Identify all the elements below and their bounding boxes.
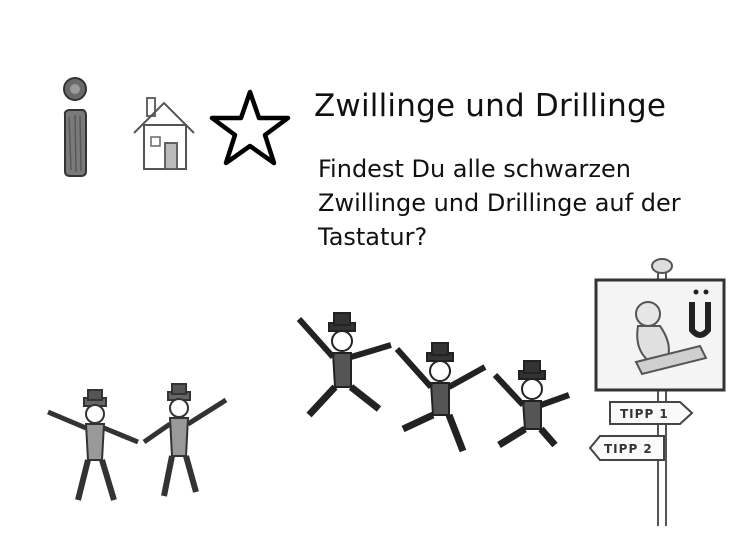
star-icon[interactable] (208, 88, 292, 168)
twin-figure (47, 383, 228, 501)
tip-1-button[interactable]: TIPP 1 (608, 400, 694, 426)
page-title: Zwillinge und Drillinge (314, 88, 667, 124)
home-icon[interactable] (130, 95, 198, 173)
description-line: Zwillinge und Drillinge auf der (318, 189, 681, 217)
hint-sign (580, 250, 740, 530)
info-icon[interactable] (55, 75, 93, 180)
tip-2-label: TIPP 2 (604, 442, 653, 456)
triplets-illustration (285, 305, 575, 455)
description-line: Findest Du alle schwarzen (318, 155, 631, 183)
tip-2-button[interactable]: TIPP 2 (588, 434, 666, 462)
twins-illustration (40, 380, 240, 510)
description-line: Tastatur? (318, 223, 428, 251)
task-description: Findest Du alle schwarzen Zwillinge und … (318, 152, 718, 254)
tip-1-label: TIPP 1 (620, 407, 669, 421)
